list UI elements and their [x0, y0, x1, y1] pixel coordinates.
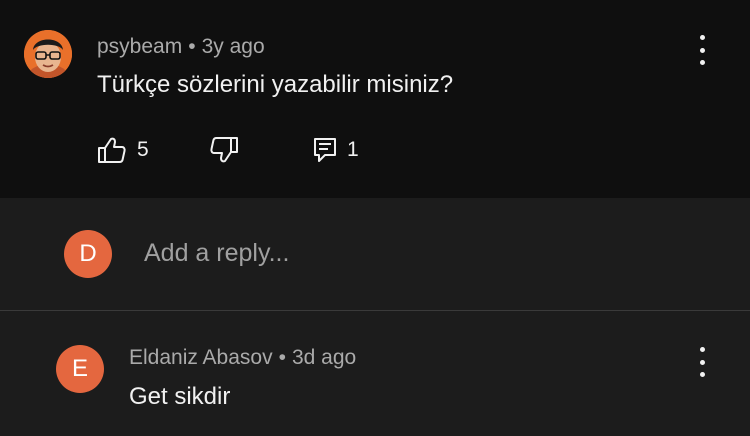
thumbs-up-icon [98, 137, 126, 163]
more-vertical-icon [699, 35, 705, 40]
more-dot [699, 47, 705, 53]
comment-author[interactable]: psybeam [97, 35, 182, 58]
comment-time[interactable]: 3y ago [202, 35, 265, 58]
reply-button[interactable]: 1 [313, 134, 359, 166]
more-dot [699, 60, 705, 65]
reply-comment-icon [314, 138, 336, 162]
comment-text: Türkçe sözlerini yazabilir misiniz? [97, 71, 454, 98]
like-button[interactable]: 5 [97, 134, 149, 166]
meta-separator: • [278, 346, 286, 369]
more-dot [699, 372, 705, 377]
comment-more-button[interactable] [690, 35, 714, 65]
reply-more-button[interactable] [690, 347, 714, 377]
reply-count: 1 [347, 138, 359, 161]
reply-meta: Eldaniz Abasov • 3d ago [129, 346, 356, 370]
reply-text: Get sikdir [129, 383, 231, 410]
current-user-avatar[interactable]: D [64, 230, 112, 278]
reply-input[interactable] [144, 234, 704, 272]
like-count: 5 [137, 138, 149, 161]
more-dot [699, 359, 705, 365]
avatar-portrait-icon [24, 30, 72, 78]
comment: psybeam • 3y ago Türkçe sözlerini yazabili… [0, 0, 750, 198]
reply-comment: E Eldaniz Abasov • 3d ago Get sikdir [0, 311, 750, 436]
reply-author-avatar[interactable]: E [56, 345, 104, 393]
commenter-avatar[interactable] [24, 30, 72, 78]
meta-separator: • [188, 35, 196, 58]
reply-author[interactable]: Eldaniz Abasov [129, 346, 273, 369]
thumbs-down-icon [210, 137, 238, 163]
comment-meta: psybeam • 3y ago [97, 35, 265, 59]
more-vertical-icon [699, 347, 705, 352]
dislike-button[interactable] [209, 134, 239, 166]
reply-time[interactable]: 3d ago [292, 346, 356, 369]
add-reply-bar: D [0, 198, 750, 310]
